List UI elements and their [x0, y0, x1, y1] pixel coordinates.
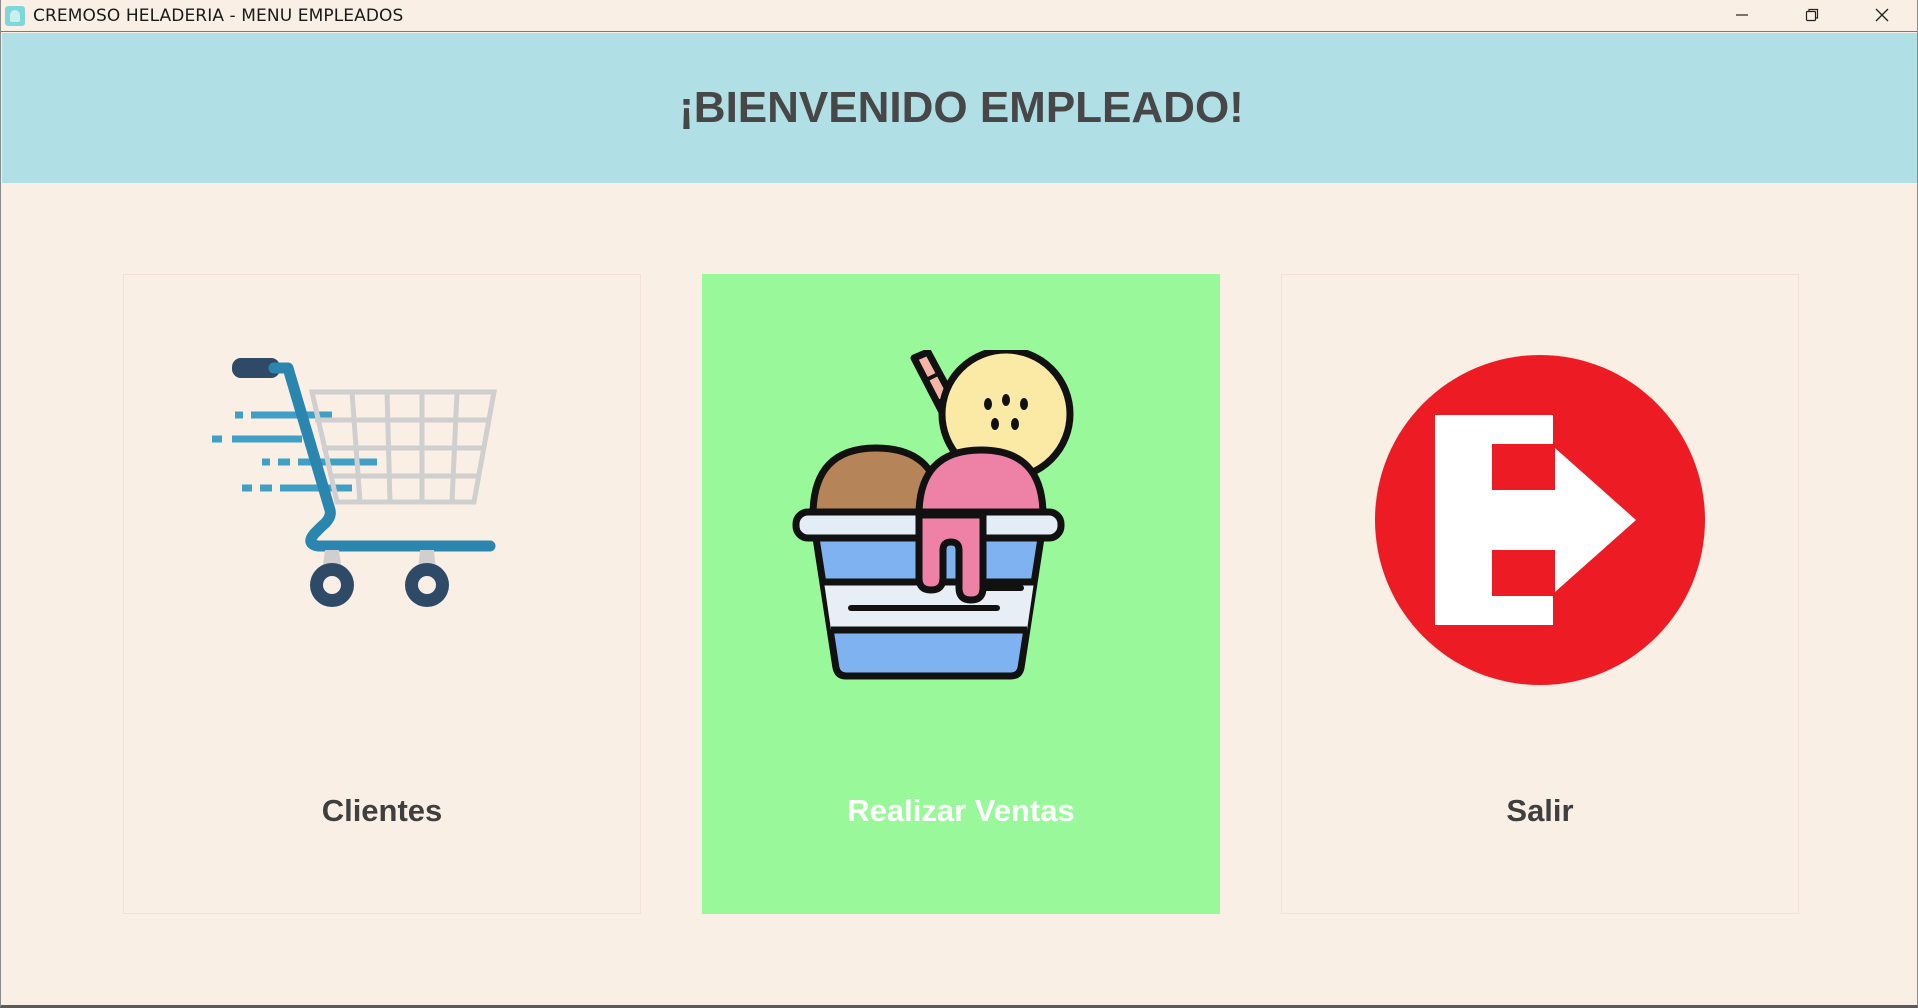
window-controls — [1707, 0, 1917, 32]
restore-icon — [1805, 8, 1819, 22]
window-title: CREMOSO HELADERIA - MENU EMPLEADOS — [33, 5, 404, 26]
minimize-button[interactable] — [1707, 0, 1777, 30]
clientes-button[interactable]: Clientes — [123, 274, 641, 914]
realizar-ventas-label: Realizar Ventas — [847, 793, 1075, 828]
welcome-heading: ¡BIENVENIDO EMPLEADO! — [679, 83, 1244, 132]
title-bar[interactable]: CREMOSO HELADERIA - MENU EMPLEADOS — [1, 0, 1917, 32]
salir-button[interactable]: Salir — [1281, 274, 1799, 914]
exit-icon — [1375, 355, 1705, 685]
clientes-label: Clientes — [321, 793, 443, 828]
header-banner: ¡BIENVENIDO EMPLEADO! — [2, 33, 1917, 183]
app-window: CREMOSO HELADERIA - MENU EMPLEADOS ¡BIEN… — [0, 0, 1918, 1008]
close-icon — [1875, 8, 1889, 22]
shopping-cart-icon — [212, 358, 497, 607]
close-button[interactable] — [1847, 0, 1917, 30]
ice-cream-cup-icon — [792, 350, 1074, 680]
realizar-ventas-button[interactable]: Realizar Ventas — [702, 274, 1220, 914]
app-logo-icon — [5, 5, 25, 26]
salir-label: Salir — [1506, 793, 1574, 828]
restore-button[interactable] — [1777, 0, 1847, 30]
minimize-icon — [1736, 14, 1748, 16]
